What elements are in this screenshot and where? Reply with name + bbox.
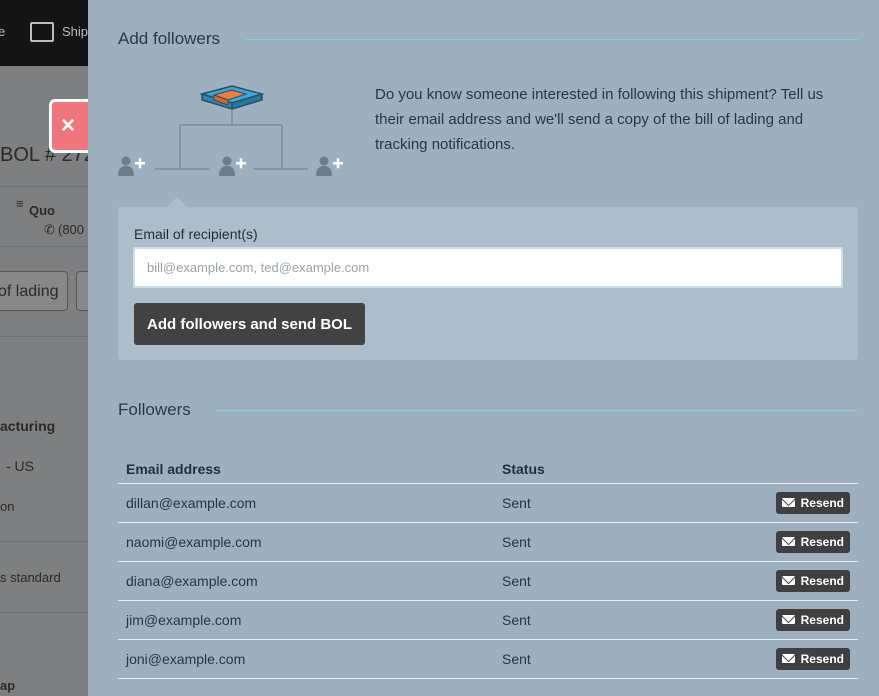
resend-label: Resend: [800, 573, 844, 588]
table-row: joni@example.com Sent Resend: [118, 639, 858, 679]
follower-email: jim@example.com: [118, 600, 494, 640]
divider: [0, 541, 88, 542]
close-icon[interactable]: ×: [61, 114, 75, 138]
add-followers-title: Add followers: [118, 29, 221, 48]
add-user-icons: [118, 156, 332, 176]
table-row: dillan@example.com Sent Resend: [118, 483, 858, 523]
email-label: Email of recipient(s): [134, 226, 258, 242]
divider: [0, 336, 88, 337]
resend-button[interactable]: Resend: [775, 608, 850, 631]
follower-status: Sent: [494, 522, 638, 562]
nav-label-partial[interactable]: e: [0, 24, 5, 39]
form-pointer: [167, 197, 187, 207]
followers-title: Followers: [118, 400, 191, 419]
misc-partial: on: [0, 499, 15, 514]
followers-table: Email address Status dillan@example.com …: [118, 455, 858, 679]
add-followers-intro: Do you know someone interested in follow…: [375, 86, 824, 153]
add-followers-form: Email of recipient(s) Add followers and …: [118, 207, 858, 360]
resend-button[interactable]: Resend: [775, 491, 850, 514]
follower-status: Sent: [494, 561, 638, 601]
column-header-email: Email address: [118, 455, 494, 484]
follower-status: Sent: [494, 600, 638, 640]
resend-label: Resend: [800, 612, 844, 627]
follower-status: Sent: [494, 639, 638, 679]
table-row: naomi@example.com Sent Resend: [118, 522, 858, 562]
company-partial: acturing: [0, 418, 56, 434]
envelope-icon: [781, 576, 795, 585]
resend-label: Resend: [800, 651, 844, 666]
email-recipients-input[interactable]: [134, 248, 842, 287]
follower-email: diana@example.com: [118, 561, 494, 601]
resend-label: Resend: [800, 495, 844, 510]
folder-icon[interactable]: [30, 22, 54, 42]
title-rule: [216, 410, 858, 411]
envelope-icon: [781, 615, 795, 624]
follower-email: dillan@example.com: [118, 483, 494, 523]
envelope-icon: [781, 654, 795, 663]
column-header-status: Status: [494, 455, 638, 484]
divider: [0, 612, 88, 613]
bill-of-lading-button-label[interactable]: of lading: [0, 283, 59, 301]
table-row: jim@example.com Sent Resend: [118, 600, 858, 640]
service-partial: s standard: [0, 570, 61, 585]
resend-button[interactable]: Resend: [775, 569, 850, 592]
title-rule: [246, 39, 858, 40]
divider: [0, 186, 88, 187]
quote-partial: Quo: [29, 203, 55, 218]
list-icon: ≡: [16, 196, 24, 211]
envelope-icon: [781, 537, 795, 546]
add-followers-send-bol-button[interactable]: Add followers and send BOL: [134, 303, 366, 345]
resend-button[interactable]: Resend: [775, 530, 850, 553]
follower-email: naomi@example.com: [118, 522, 494, 562]
column-header-action: [637, 455, 858, 484]
country-partial: - US: [6, 458, 34, 474]
follower-email: joni@example.com: [118, 639, 494, 679]
table-header-row: Email address Status: [118, 455, 858, 484]
follower-status: Sent: [494, 483, 638, 523]
phone-partial: (800: [58, 222, 85, 237]
map-partial: ap: [0, 678, 16, 693]
envelope-icon: [781, 498, 795, 507]
nav-shipments-partial[interactable]: Ship: [62, 24, 88, 39]
resend-label: Resend: [800, 534, 844, 549]
followers-panel: Add followers Do you know someone intere…: [88, 0, 879, 696]
resend-button[interactable]: Resend: [775, 647, 850, 670]
shipment-box-icon: [199, 85, 265, 111]
followers-diagram-illustration: [118, 85, 343, 176]
divider: [0, 246, 88, 247]
phone-icon: ✆: [44, 222, 55, 237]
close-button[interactable]: ×: [49, 99, 93, 153]
table-row: diana@example.com Sent Resend: [118, 561, 858, 601]
